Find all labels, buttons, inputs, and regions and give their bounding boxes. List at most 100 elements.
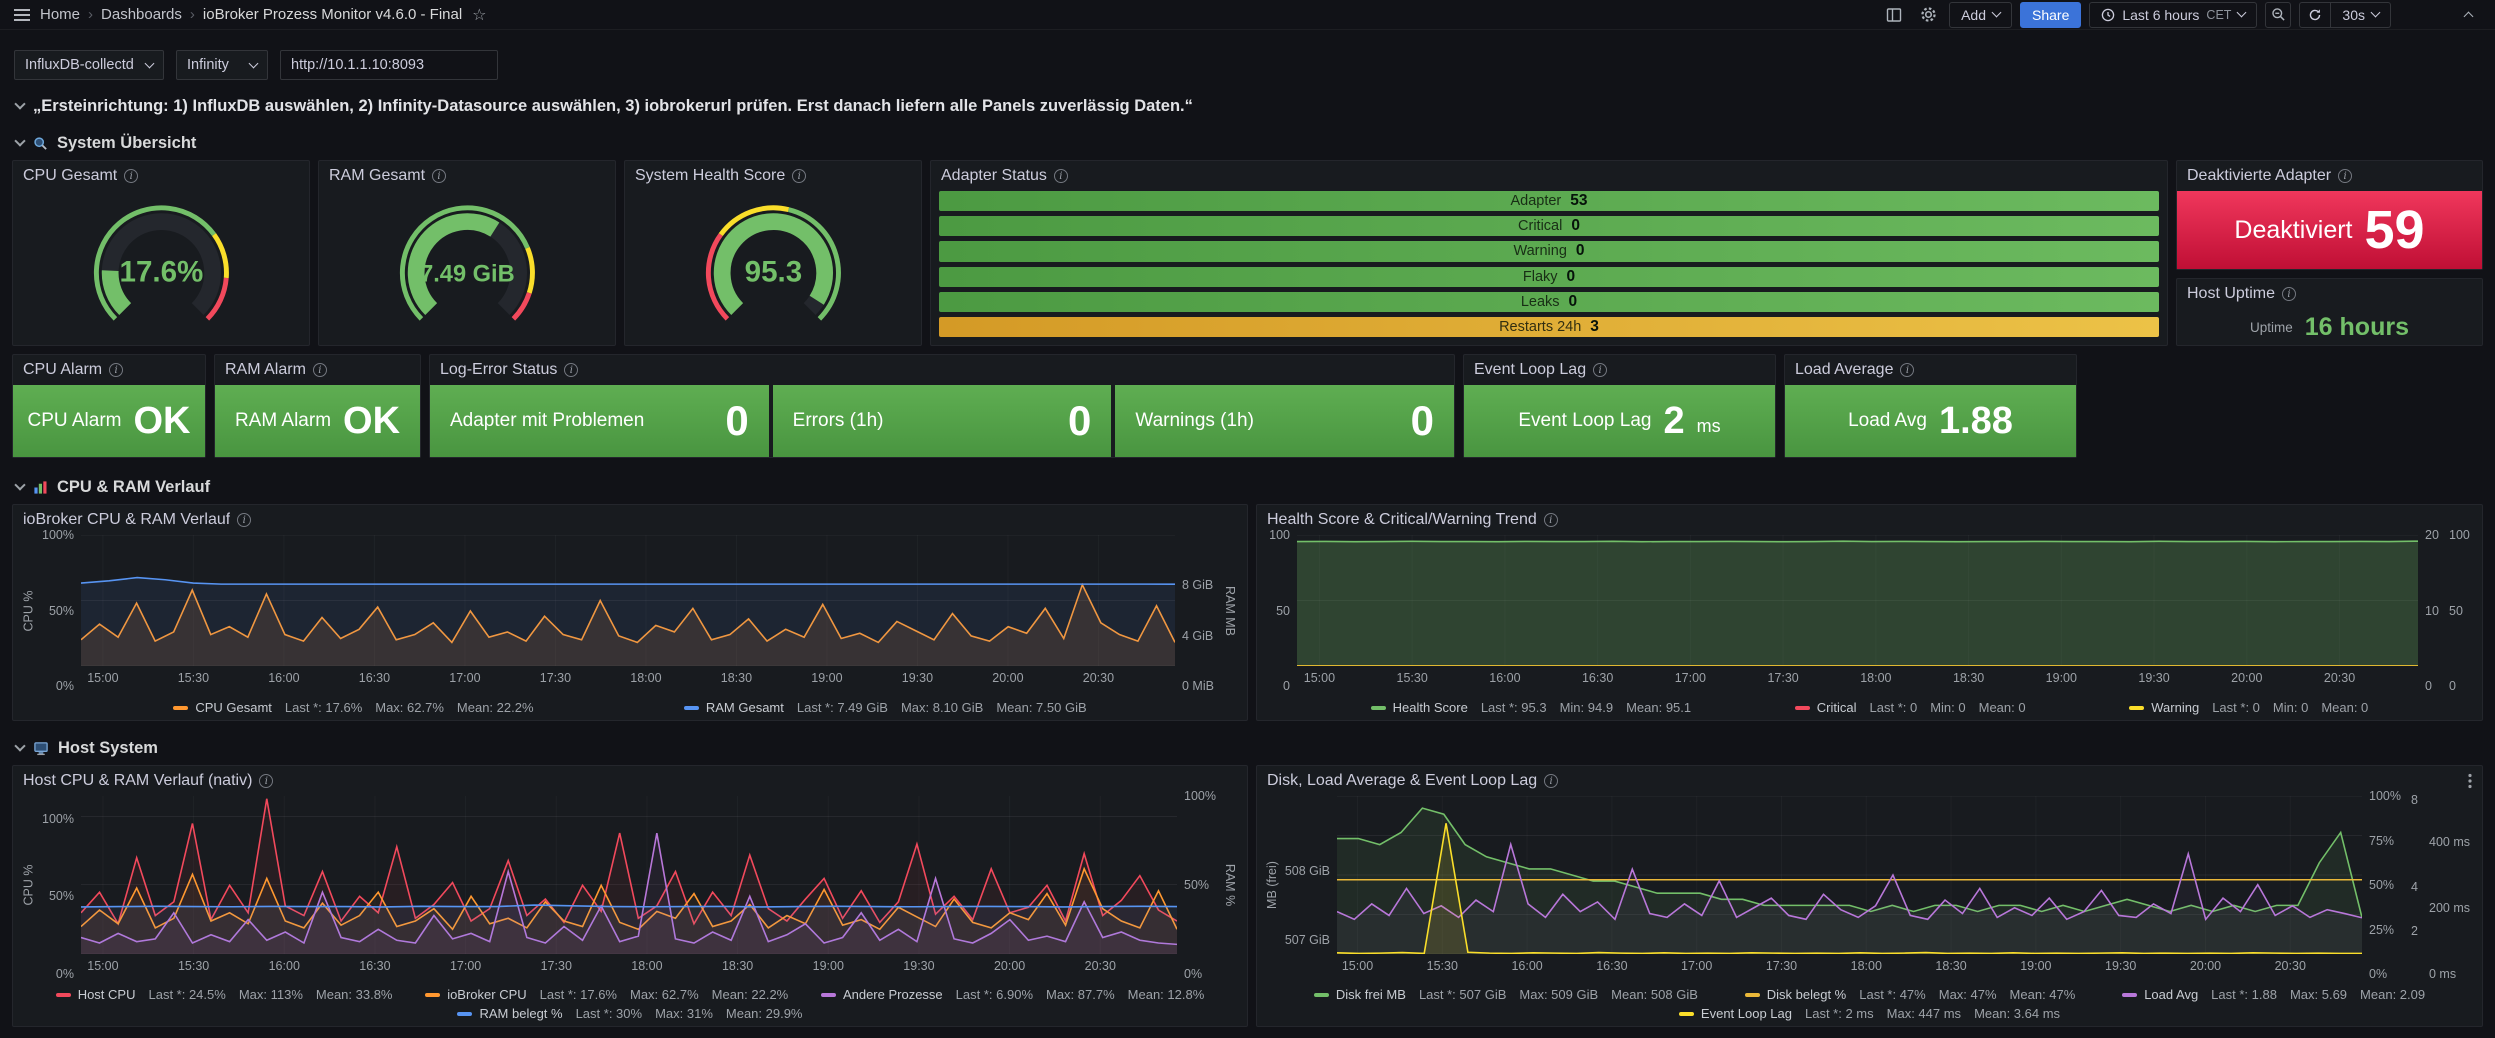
breadcrumb-dashboards[interactable]: Dashboards	[101, 6, 182, 23]
ram-gauge[interactable]: 7.49 GiB	[319, 191, 615, 345]
info-icon[interactable]	[1544, 513, 1558, 527]
info-icon[interactable]	[1593, 363, 1607, 377]
cpu-alarm-stat[interactable]: CPU Alarm OK	[13, 385, 205, 457]
load-average-stat[interactable]: Load Avg 1.88	[1785, 385, 2076, 457]
legend-series-name: Disk belegt %	[1767, 987, 1846, 1002]
legend-item[interactable]: Load AvgLast *: 1.88Max: 5.69Mean: 2.09	[2122, 987, 2425, 1002]
host-uptime-stat[interactable]: Uptime 16 hours	[2177, 309, 2482, 345]
panel-header[interactable]: RAM Alarm	[215, 355, 420, 385]
ram-alarm-stat[interactable]: RAM Alarm OK	[215, 385, 420, 457]
adapter-status-bar[interactable]: Critical0	[939, 216, 2159, 236]
time-range-picker[interactable]: Last 6 hours CET	[2089, 2, 2257, 28]
panel-layout-icon[interactable]	[1881, 2, 1907, 28]
settings-gear-icon[interactable]	[1915, 2, 1941, 28]
grid-row-host-charts: Host CPU & RAM Verlauf (nativ) CPU %100%…	[12, 765, 2483, 1027]
info-icon[interactable]	[109, 363, 123, 377]
legend-swatch	[1371, 706, 1386, 710]
adapter-status-bar[interactable]: Warning0	[939, 241, 2159, 261]
plot-area[interactable]	[1297, 535, 2418, 666]
info-icon[interactable]	[313, 363, 327, 377]
legend-item[interactable]: Andere ProzesseLast *: 6.90%Max: 87.7%Me…	[821, 987, 1204, 1002]
panel-header[interactable]: RAM Gesamt	[319, 161, 615, 191]
legend-item[interactable]: ioBroker CPULast *: 17.6%Max: 62.7%Mean:…	[425, 987, 788, 1002]
refresh-interval-picker[interactable]: 30s	[2331, 2, 2391, 28]
legend-item[interactable]: RAM GesamtLast *: 7.49 GiBMax: 8.10 GiBM…	[684, 700, 1087, 715]
legend-series-name: Host CPU	[78, 987, 136, 1002]
adapter-status-bar[interactable]: Leaks0	[939, 292, 2159, 312]
info-icon[interactable]	[124, 169, 138, 183]
panel-header[interactable]: CPU Alarm	[13, 355, 205, 385]
panel-event-loop-lag: Event Loop Lag Event Loop Lag 2 ms	[1463, 354, 1776, 458]
zoom-out-icon[interactable]	[2265, 2, 2291, 28]
panel-header[interactable]: Adapter Status	[931, 161, 2167, 191]
legend-item[interactable]: Event Loop LagLast *: 2 msMax: 447 msMea…	[1679, 1006, 2060, 1021]
time-series-chart: MB (frei)508 GiB507 GiB15:0015:3016:0016…	[1263, 796, 2474, 974]
info-icon[interactable]	[564, 363, 578, 377]
legend-stat: Last *: 17.6%	[285, 700, 362, 715]
share-button[interactable]: Share	[2020, 2, 2081, 28]
panel-header[interactable]: Load Average	[1785, 355, 2076, 385]
info-icon[interactable]	[1900, 363, 1914, 377]
plot-area[interactable]	[81, 796, 1177, 954]
info-icon[interactable]	[432, 169, 446, 183]
panel-header[interactable]: Event Loop Lag	[1464, 355, 1775, 385]
legend-item[interactable]: CPU GesamtLast *: 17.6%Max: 62.7%Mean: 2…	[173, 700, 533, 715]
panel-header[interactable]: ioBroker CPU & RAM Verlauf	[13, 505, 1247, 535]
info-icon[interactable]	[2282, 287, 2296, 301]
info-icon[interactable]	[792, 169, 806, 183]
info-icon[interactable]	[1054, 169, 1068, 183]
info-icon[interactable]	[2338, 169, 2352, 183]
dashboard-row-host-system[interactable]: Host System	[0, 737, 2495, 759]
event-loop-lag-stat[interactable]: Event Loop Lag 2 ms	[1464, 385, 1775, 457]
panel-header[interactable]: Disk, Load Average & Event Loop Lag	[1257, 766, 2482, 796]
log-error-stat[interactable]: Errors (1h)0	[773, 385, 1112, 457]
menu-icon[interactable]	[14, 9, 30, 21]
kebab-menu-icon[interactable]	[2468, 773, 2472, 789]
dashboard-row-cpu-ram[interactable]: CPU & RAM Verlauf	[0, 476, 2495, 498]
dashboard-variables: InfluxDB-collectd Infinity	[14, 50, 2481, 80]
legend-item[interactable]: WarningLast *: 0Min: 0Mean: 0	[2129, 700, 2368, 715]
legend-item[interactable]: Host CPULast *: 24.5%Max: 113%Mean: 33.8…	[56, 987, 393, 1002]
breadcrumb-separator: ›	[88, 6, 93, 23]
influxdb-datasource-select[interactable]: InfluxDB-collectd	[14, 50, 164, 80]
adapter-status-bar[interactable]: Restarts 24h3	[939, 317, 2159, 337]
adapter-status-bar[interactable]: Adapter53	[939, 191, 2159, 211]
dashboard-row-setup-note[interactable]: „Ersteinrichtung: 1) InfluxDB auswählen,…	[0, 96, 2495, 116]
info-icon[interactable]	[259, 774, 273, 788]
panel-header[interactable]: Host CPU & RAM Verlauf (nativ)	[13, 766, 1247, 796]
info-icon[interactable]	[1544, 774, 1558, 788]
add-button[interactable]: Add	[1949, 2, 2012, 28]
panel-header[interactable]: System Health Score	[625, 161, 921, 191]
star-icon[interactable]: ☆	[472, 5, 486, 25]
refresh-icon[interactable]	[2299, 2, 2331, 28]
adapter-status-bar[interactable]: Flaky0	[939, 267, 2159, 287]
panel-header[interactable]: Log-Error Status	[430, 355, 1454, 385]
legend-item[interactable]: Disk belegt %Last *: 47%Max: 47%Mean: 47…	[1745, 987, 2076, 1002]
panel-header[interactable]: Health Score & Critical/Warning Trend	[1257, 505, 2482, 535]
plot-area[interactable]	[81, 535, 1175, 666]
legend-stat: Mean: 0	[1979, 700, 2026, 715]
time-series-chart: CPU %100%50%0%15:0015:3016:0016:3017:001…	[19, 535, 1239, 686]
legend-item[interactable]: RAM belegt %Last *: 30%Max: 31%Mean: 29.…	[457, 1006, 802, 1021]
infinity-datasource-select[interactable]: Infinity	[176, 50, 268, 80]
panel-header[interactable]: CPU Gesamt	[13, 161, 309, 191]
collapse-bar-icon[interactable]	[2455, 2, 2481, 28]
log-error-stat[interactable]: Warnings (1h)0	[1115, 385, 1454, 457]
panel-host-cpu-ram-chart: Host CPU & RAM Verlauf (nativ) CPU %100%…	[12, 765, 1248, 1027]
info-icon[interactable]	[237, 513, 251, 527]
breadcrumb-home[interactable]: Home	[40, 6, 80, 23]
legend-item[interactable]: Disk frei MBLast *: 507 GiBMax: 509 GiBM…	[1314, 987, 1698, 1002]
panel-header[interactable]: Host Uptime	[2177, 279, 2482, 309]
y-axis-title: CPU %	[19, 796, 37, 974]
disabled-adapters-stat[interactable]: Deaktiviert 59	[2177, 191, 2482, 269]
log-error-stat[interactable]: Adapter mit Problemen0	[430, 385, 769, 457]
panel-header[interactable]: Deaktivierte Adapter	[2177, 161, 2482, 191]
health-gauge[interactable]: 95.3	[625, 191, 921, 345]
plot-area[interactable]	[1337, 796, 2362, 954]
legend-item[interactable]: CriticalLast *: 0Min: 0Mean: 0	[1795, 700, 2026, 715]
legend-item[interactable]: Health ScoreLast *: 95.3Min: 94.9Mean: 9…	[1371, 700, 1691, 715]
dashboard-row-system-overview[interactable]: System Übersicht	[0, 132, 2495, 154]
iobroker-url-input[interactable]	[280, 50, 498, 80]
cpu-gauge[interactable]: 17.6%	[13, 191, 309, 345]
legend-swatch	[1745, 993, 1760, 997]
